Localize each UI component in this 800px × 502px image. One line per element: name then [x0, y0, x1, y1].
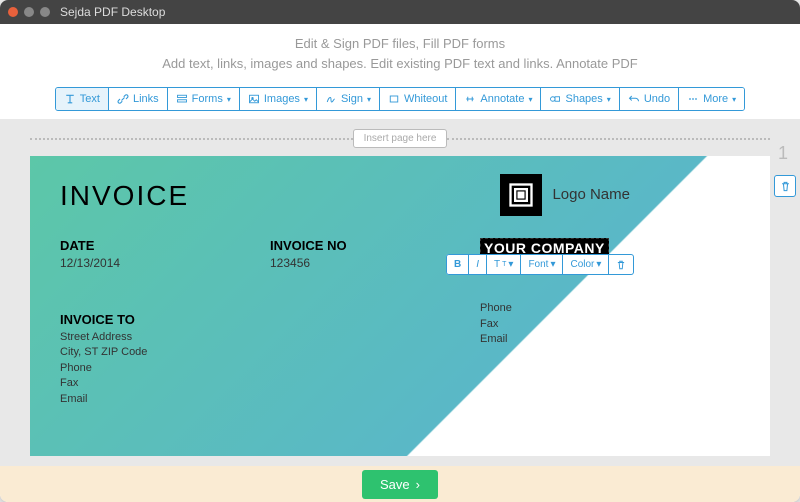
image-icon [248, 93, 260, 105]
caret-down-icon: ▾ [304, 95, 308, 104]
delete-page-button[interactable] [774, 175, 796, 197]
caret-down-icon: ▾ [528, 95, 532, 104]
bill-street[interactable]: Street Address [60, 330, 270, 345]
caret-down-icon: ▾ [367, 95, 371, 104]
document-page[interactable]: Logo Name INVOICE DATE 12/13/2014 INVOIC… [30, 156, 770, 456]
maximize-window-button[interactable] [40, 7, 50, 17]
forms-icon [176, 93, 188, 105]
window-title: Sejda PDF Desktop [60, 5, 165, 19]
caret-down-icon: ▾ [596, 259, 601, 270]
company-phone[interactable]: Phone [480, 301, 740, 316]
undo-button[interactable]: Undo [620, 88, 679, 110]
trash-icon [616, 260, 626, 270]
minimize-window-button[interactable] [24, 7, 34, 17]
sign-tool-button[interactable]: Sign▾ [317, 88, 380, 110]
undo-icon [628, 93, 640, 105]
size-button[interactable]: TT▾ [487, 254, 521, 275]
annotate-tool-button[interactable]: Annotate▾ [456, 88, 541, 110]
bill-fax[interactable]: Fax [60, 376, 270, 391]
page-number: 1 [778, 143, 788, 164]
text-format-toolbar: B I TT▾ Font▾ Color▾ [446, 254, 634, 275]
caret-down-icon: ▾ [607, 95, 611, 104]
invoiceno-label[interactable]: INVOICE NO [270, 238, 480, 253]
more-button[interactable]: More▾ [679, 88, 744, 110]
company-email[interactable]: Email [480, 332, 740, 347]
main-toolbar: Text Links Forms▾ Images▾ Sign▾ Whiteout [0, 87, 800, 119]
caret-down-icon: ▾ [508, 259, 513, 270]
window-titlebar: Sejda PDF Desktop [0, 0, 800, 24]
trash-icon [780, 181, 791, 192]
invoice-title[interactable]: INVOICE [60, 180, 740, 212]
link-icon [117, 93, 129, 105]
footer-bar: Save › [0, 466, 800, 502]
invoice-to-label[interactable]: INVOICE TO [60, 312, 270, 327]
header-description: Edit & Sign PDF files, Fill PDF forms Ad… [0, 24, 800, 87]
close-window-button[interactable] [8, 7, 18, 17]
logo-icon [500, 174, 542, 216]
caret-down-icon: ▾ [227, 95, 231, 104]
chevron-right-icon: › [416, 477, 420, 492]
more-icon [687, 93, 699, 105]
bill-city[interactable]: City, ST ZIP Code [60, 345, 270, 360]
insert-page-button[interactable]: Insert page here [353, 129, 448, 148]
save-button[interactable]: Save › [362, 470, 438, 499]
italic-button[interactable]: I [469, 254, 487, 275]
font-button[interactable]: Font▾ [521, 254, 563, 275]
whiteout-tool-button[interactable]: Whiteout [380, 88, 456, 110]
bold-button[interactable]: B [446, 254, 469, 275]
bill-email[interactable]: Email [60, 392, 270, 407]
company-fax[interactable]: Fax [480, 317, 740, 332]
color-button[interactable]: Color▾ [563, 254, 609, 275]
caret-down-icon: ▾ [732, 95, 736, 104]
bill-phone[interactable]: Phone [60, 361, 270, 376]
caret-down-icon: ▾ [550, 259, 555, 270]
annotate-icon [464, 93, 476, 105]
date-value[interactable]: 12/13/2014 [60, 256, 270, 270]
text-tool-button[interactable]: Text [56, 88, 109, 110]
images-tool-button[interactable]: Images▾ [240, 88, 317, 110]
logo-text: Logo Name [552, 186, 630, 204]
sign-icon [325, 93, 337, 105]
shapes-icon [549, 93, 561, 105]
workspace: Insert page here 1 Logo Name INVOICE DAT… [0, 119, 800, 466]
links-tool-button[interactable]: Links [109, 88, 168, 110]
whiteout-icon [388, 93, 400, 105]
delete-text-button[interactable] [609, 254, 634, 275]
date-label[interactable]: DATE [60, 238, 270, 253]
forms-tool-button[interactable]: Forms▾ [168, 88, 240, 110]
shapes-tool-button[interactable]: Shapes▾ [541, 88, 619, 110]
logo-placeholder[interactable]: Logo Name [500, 174, 630, 216]
text-icon [64, 93, 76, 105]
